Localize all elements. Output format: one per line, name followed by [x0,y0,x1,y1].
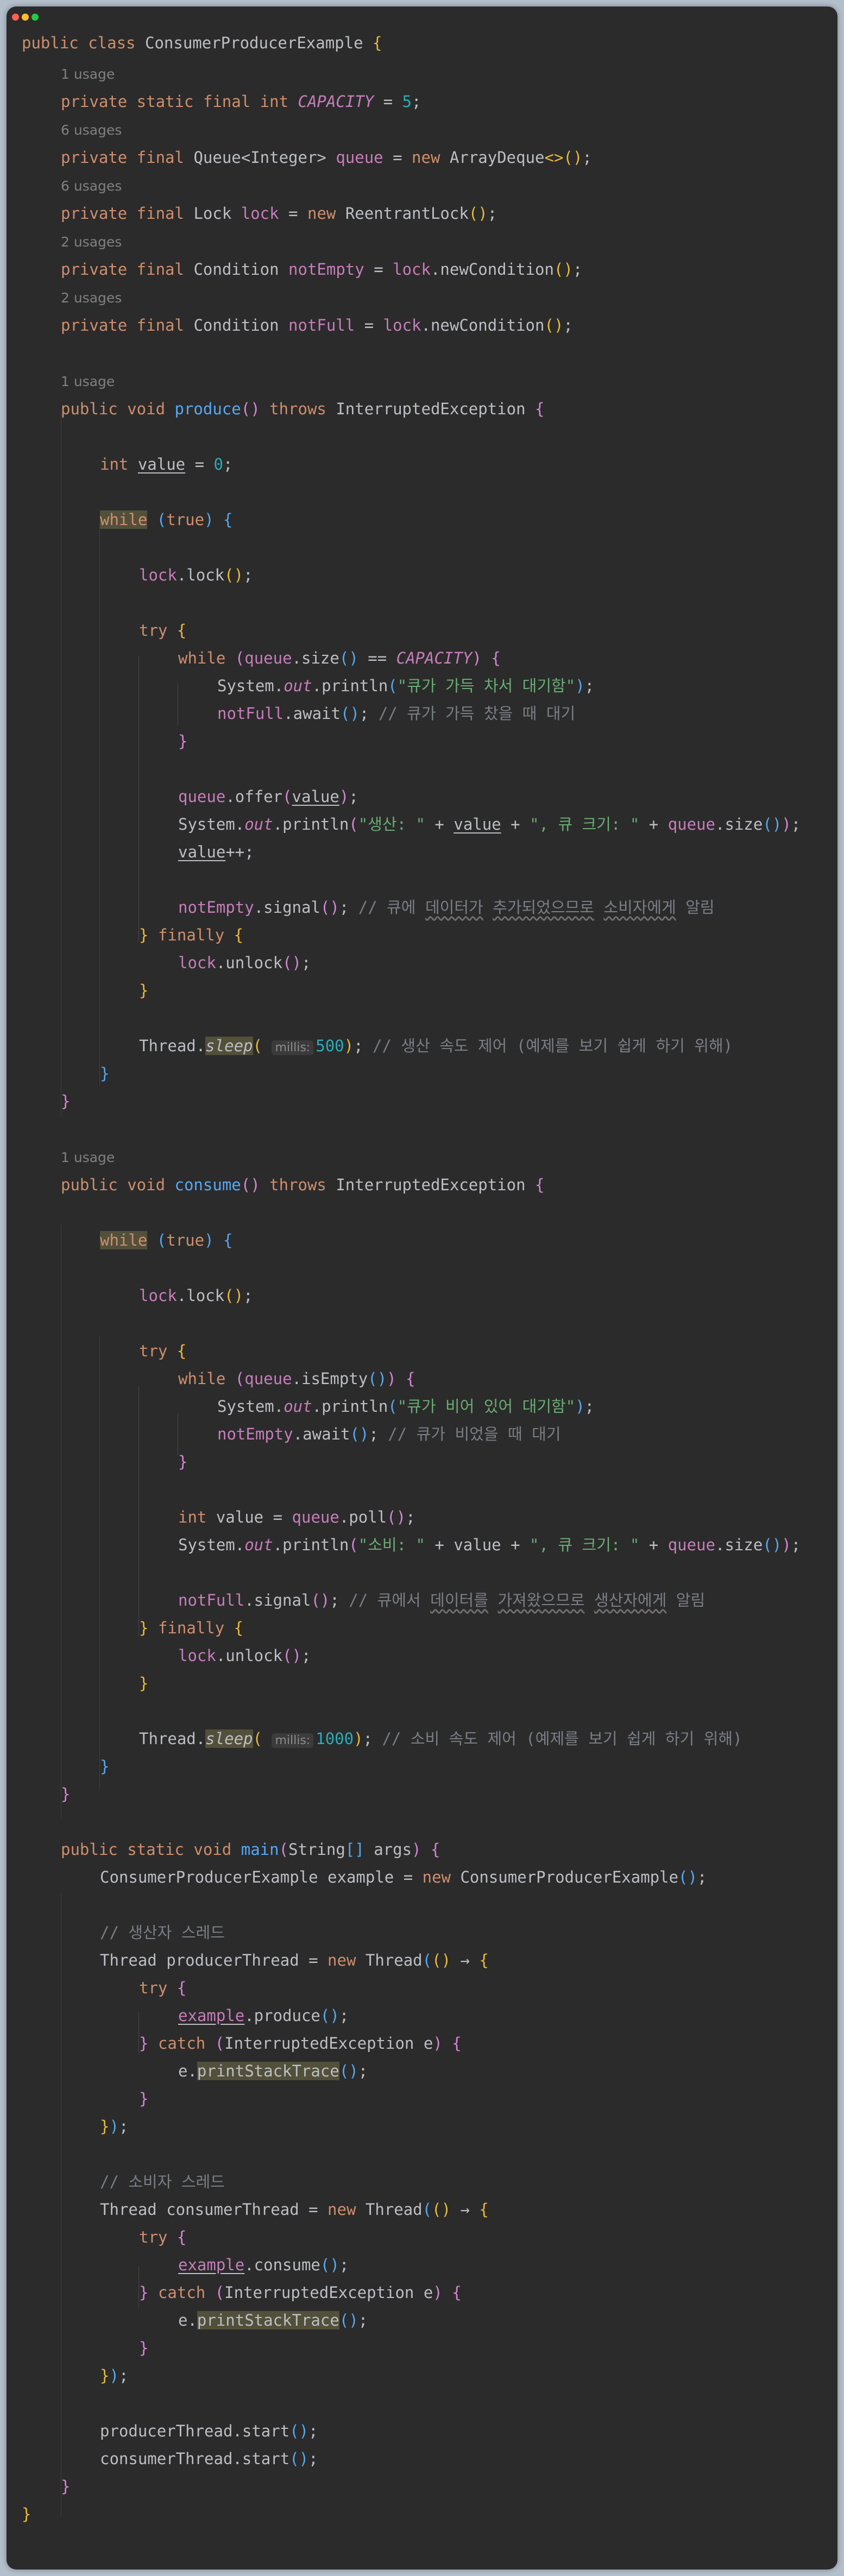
code-line[interactable]: } [178,730,187,752]
code-line[interactable]: System.out.println("생산: " + value + ", 큐… [178,813,801,835]
code-line[interactable]: try { [139,2226,186,2248]
code-line[interactable]: } [139,2088,148,2110]
code-line[interactable]: lock.unlock(); [178,1645,311,1666]
code-window: public class ConsumerProducerExample { 1… [7,7,837,2569]
code-line[interactable]: try { [139,1340,186,1362]
code-comment[interactable]: // 생산자 스레드 [100,1922,225,1943]
code-line[interactable]: consumerThread.start(); [100,2448,318,2470]
code-line[interactable]: notFull.signal(); // 큐에서 데이터를 가져왔으므로 생산자… [178,1589,705,1611]
code-line[interactable]: while (queue.size() == CAPACITY) { [178,647,501,669]
code-line[interactable]: ConsumerProducerExample example = new Co… [100,1866,707,1888]
code-line[interactable]: Thread consumerThread = new Thread(() → … [100,2199,489,2220]
usage-hint[interactable]: 6 usages [61,175,122,197]
code-line[interactable]: notEmpty.await(); // 큐가 비었을 때 대기 [217,1423,561,1445]
usage-hint[interactable]: 1 usage [61,64,115,85]
code-line[interactable]: Thread.sleep( millis: 500); // 생산 속도 제어 (… [139,1035,733,1057]
code-line[interactable]: while (queue.isEmpty()) { [178,1368,415,1390]
code-line[interactable]: public static void main(String[] args) { [61,1839,440,1860]
code-line[interactable]: }); [100,2365,128,2386]
code-line[interactable]: System.out.println("소비: " + value + ", 큐… [178,1534,801,1556]
code-line[interactable]: example.produce(); [178,2005,349,2026]
code-line[interactable]: int value = 0; [100,453,232,475]
usage-hint[interactable]: 1 usage [61,371,115,393]
code-line[interactable]: private final Lock lock = new ReentrantL… [61,203,497,224]
code-line[interactable]: private final Queue<Integer> queue = new… [61,147,592,168]
code-line[interactable]: queue.offer(value); [178,786,358,807]
indent-guide [99,1335,100,1789]
indent-guide [99,523,100,1086]
code-line[interactable]: } [61,1090,70,1112]
code-line[interactable]: lock.unlock(); [178,952,311,974]
code-line[interactable]: } catch (InterruptedException e) { [139,2032,462,2054]
code-line[interactable]: e.printStackTrace(); [178,2060,368,2082]
code-line[interactable]: System.out.println("큐가 비어 있어 대기함"); [217,1396,594,1417]
usage-hint[interactable]: 2 usages [61,287,122,309]
code-line[interactable]: } [100,1756,109,1777]
code-line[interactable]: } [61,2476,70,2497]
code-line[interactable]: e.printStackTrace(); [178,2309,368,2331]
code-line[interactable]: } [139,980,148,1001]
code-line[interactable]: lock.lock(); [139,564,253,586]
indent-guide [138,656,139,941]
code-line[interactable]: value++; [178,841,254,863]
code-line[interactable]: public class ConsumerProducerExample { [22,32,382,54]
code-line[interactable]: } [61,1783,70,1805]
code-line[interactable]: }); [100,2116,128,2137]
code-line[interactable]: public void consume() throws Interrupted… [61,1174,544,1196]
code-comment[interactable]: // 소비자 스레드 [100,2171,225,2193]
code-line[interactable]: notEmpty.signal(); // 큐에 데이터가 추가되었으므로 소비… [178,896,715,918]
code-line[interactable]: } finally { [139,1617,243,1639]
code-line[interactable]: private final Condition notFull = lock.n… [61,314,573,336]
code-line[interactable]: while (true) { [100,1229,233,1251]
code-line[interactable]: notFull.await(); // 큐가 가득 찼을 때 대기 [217,703,575,724]
code-line[interactable]: } [100,1063,109,1084]
code-line[interactable]: } [178,1451,187,1473]
code-line[interactable]: example.consume(); [178,2254,349,2276]
code-line[interactable]: Thread producerThread = new Thread(() → … [100,1949,489,1971]
usage-hint[interactable]: 1 usage [61,1147,115,1169]
code-line[interactable]: public void produce() throws Interrupted… [61,398,544,420]
code-line[interactable]: lock.lock(); [139,1285,253,1306]
code-line[interactable]: private final Condition notEmpty = lock.… [61,258,582,280]
usage-hint[interactable]: 6 usages [61,119,122,141]
code-line[interactable]: try { [139,620,186,641]
code-line[interactable]: } catch (InterruptedException e) { [139,2282,462,2303]
code-line[interactable]: System.out.println("큐가 가득 차서 대기함"); [217,675,594,697]
code-line[interactable]: try { [139,1977,186,1999]
code-line[interactable]: private static final int CAPACITY = 5; [61,91,421,112]
indent-guide [138,1386,139,1636]
usage-hint[interactable]: 2 usages [61,231,122,253]
code-line[interactable]: int value = queue.poll(); [178,1506,415,1528]
code-line[interactable]: } [139,2337,148,2359]
code-line[interactable]: } [22,2503,31,2525]
code-line[interactable]: Thread.sleep( millis: 1000); // 소비 속도 제어 … [139,1728,742,1750]
code-line[interactable]: } finally { [139,924,243,946]
code-line[interactable]: while (true) { [100,509,233,531]
code-line[interactable]: } [139,1672,148,1694]
code-line[interactable]: producerThread.start(); [100,2420,318,2442]
code-editor[interactable]: public class ConsumerProducerExample { 1… [7,7,837,2569]
